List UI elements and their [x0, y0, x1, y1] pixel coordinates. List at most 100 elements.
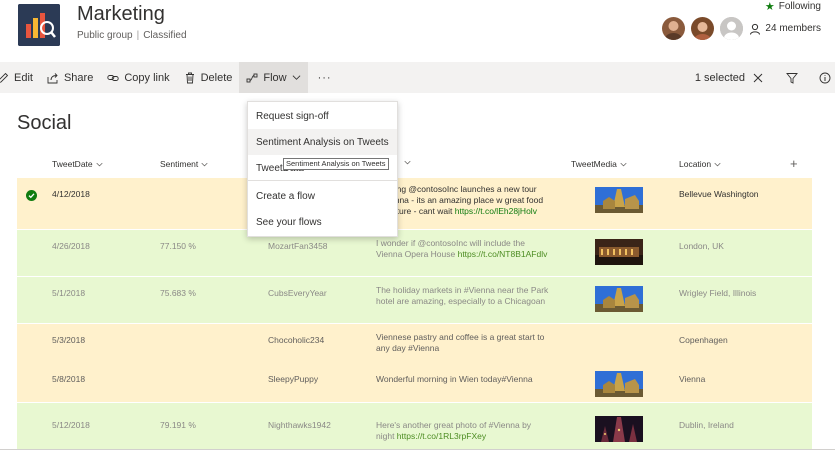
- share-label: Share: [63, 71, 94, 84]
- tweet-media-image[interactable]: [595, 416, 643, 442]
- cell-user: CubsEveryYear: [268, 288, 327, 298]
- cell-tweet: Wonderful morning in Wien today#Vienna: [376, 374, 533, 384]
- menu-item-request-sign-off[interactable]: Request sign-off: [248, 103, 397, 129]
- cell-location: Vienna: [679, 374, 706, 384]
- cell-sentiment: 75.683 %: [160, 288, 196, 298]
- tweet-media-image[interactable]: [595, 239, 643, 265]
- group-type: Public group: [77, 30, 133, 41]
- copy-link-label: Copy link: [124, 71, 170, 84]
- table-row[interactable]: 5/8/2018 SleepyPuppy Wonderful morning i…: [17, 355, 812, 402]
- night-cathedral-photo-icon: [595, 416, 643, 442]
- cell-sentiment: 77.150 %: [160, 241, 196, 251]
- edit-label: Edit: [14, 71, 33, 84]
- table-row[interactable]: 4/12/2018 ping @contosoInc launches a ne…: [17, 178, 812, 229]
- cell-tweet: I wonder if @contosoInc will include the…: [376, 238, 548, 259]
- site-header: Marketing Public group | Classified ★ Foll…: [0, 0, 835, 62]
- site-subtitle: Public group | Classified: [77, 30, 187, 41]
- following-button[interactable]: ★ Following: [765, 0, 821, 13]
- cell-date: 5/1/2018: [52, 288, 86, 298]
- filter-icon: [786, 72, 798, 84]
- list-bottom-border: [0, 449, 835, 450]
- menu-item-see-flows[interactable]: See your flows: [248, 209, 397, 235]
- tweet-media-image[interactable]: [595, 187, 643, 213]
- close-icon[interactable]: [752, 72, 764, 84]
- copy-link-button[interactable]: Copy link: [100, 62, 176, 93]
- cell-tweet: Viennese pastry and coffee is a great st…: [376, 332, 545, 353]
- cathedral-photo-icon: [595, 187, 643, 213]
- selection-status[interactable]: 1 selected: [688, 62, 771, 93]
- person-icon: [750, 23, 761, 35]
- menu-item-sentiment-analysis[interactable]: Sentiment Analysis on Tweets: [248, 129, 397, 155]
- tweet-link[interactable]: https://t.co/lEh28jHolv: [455, 206, 537, 216]
- tweet-link[interactable]: https://t.co/NT8B1AFdlv: [458, 249, 548, 259]
- chevron-down-icon: [201, 162, 208, 166]
- trash-icon: [185, 72, 194, 83]
- star-icon: ★: [764, 1, 775, 13]
- column-header-tweet[interactable]: [404, 159, 411, 166]
- classification: Classified: [143, 30, 187, 41]
- column-header-tweetdate[interactable]: TweetDate: [52, 159, 103, 169]
- following-label: Following: [778, 1, 821, 12]
- share-button[interactable]: Share: [40, 62, 100, 93]
- chevron-down-icon: [714, 162, 721, 166]
- add-column-button[interactable]: +: [790, 156, 798, 171]
- tweet-media-image[interactable]: [595, 286, 643, 312]
- delete-button[interactable]: Delete: [177, 62, 240, 93]
- cell-tweet: The holiday markets in #Vienna near the …: [376, 285, 549, 306]
- column-headers: TweetDate Sentiment TweetMedia Location …: [17, 150, 812, 178]
- chevron-down-icon: [404, 160, 411, 165]
- member-photo-icon: [662, 17, 686, 40]
- list-title: Social: [17, 112, 72, 134]
- chevron-down-icon: [96, 162, 103, 166]
- cell-sentiment: 79.191 %: [160, 420, 196, 430]
- cell-user: Chocoholic234: [268, 335, 325, 345]
- filter-button[interactable]: [771, 62, 813, 93]
- table-row[interactable]: 5/12/2018 79.191 % Nighthawks1942 Here's…: [17, 403, 812, 449]
- site-title[interactable]: Marketing: [77, 3, 165, 26]
- info-button[interactable]: [813, 62, 835, 93]
- cell-location: Dublin, Ireland: [679, 420, 734, 430]
- cell-location: London, UK: [679, 241, 724, 251]
- check-icon[interactable]: [26, 190, 37, 201]
- cell-date: 5/3/2018: [52, 335, 86, 345]
- share-icon: [47, 72, 58, 83]
- table-row[interactable]: 4/26/2018 77.150 % MozartFan3458 I wonde…: [17, 230, 812, 276]
- cell-user: Nighthawks1942: [268, 420, 331, 430]
- column-header-tweetmedia[interactable]: TweetMedia: [571, 159, 627, 169]
- cell-user: SleepyPuppy: [268, 374, 319, 384]
- edit-button[interactable]: Edit: [0, 62, 40, 93]
- flow-label: Flow: [263, 71, 287, 84]
- cell-date: 5/8/2018: [52, 374, 86, 384]
- member-photo-icon: [691, 17, 715, 40]
- tweet-link[interactable]: https://t.co/1RL3rpFXey: [397, 431, 486, 441]
- tooltip: Sentiment Analysis on Tweets: [283, 158, 389, 170]
- column-header-sentiment[interactable]: Sentiment: [160, 159, 208, 169]
- cell-location: Wrigley Field, Illinois: [679, 288, 757, 298]
- menu-divider: [248, 180, 397, 181]
- avatar[interactable]: [720, 17, 744, 40]
- more-button[interactable]: ···: [308, 62, 339, 93]
- cell-tweet: Here's another great photo of #Vienna by…: [376, 420, 532, 441]
- cell-tweet: ping @contosoInc launches a new tour enn…: [390, 184, 544, 216]
- pencil-icon: [0, 72, 9, 83]
- command-bar-right: 1 selected: [688, 62, 835, 93]
- selected-count: 1 selected: [694, 71, 745, 84]
- opera-house-photo-icon: [595, 239, 643, 265]
- flow-button[interactable]: Flow: [239, 62, 308, 93]
- link-icon: [107, 74, 119, 81]
- tweet-media-image[interactable]: [595, 371, 643, 397]
- cell-date: 4/12/2018: [52, 189, 90, 199]
- table-row[interactable]: 5/1/2018 75.683 % CubsEveryYear The holi…: [17, 277, 812, 323]
- delete-label: Delete: [200, 71, 233, 84]
- cell-location: Copenhagen: [679, 335, 728, 345]
- avatar[interactable]: [691, 17, 715, 40]
- menu-item-create-flow[interactable]: Create a flow: [248, 183, 397, 209]
- avatar[interactable]: [662, 17, 686, 40]
- column-header-location[interactable]: Location: [679, 159, 721, 169]
- info-icon: [819, 72, 831, 83]
- members-area[interactable]: 24 members: [662, 17, 821, 40]
- chevron-down-icon: [292, 75, 301, 80]
- site-logo[interactable]: [18, 4, 60, 46]
- person-placeholder-icon: [720, 17, 744, 40]
- command-bar: Edit Share Copy link Delete Flow ··· 1 s…: [0, 62, 835, 93]
